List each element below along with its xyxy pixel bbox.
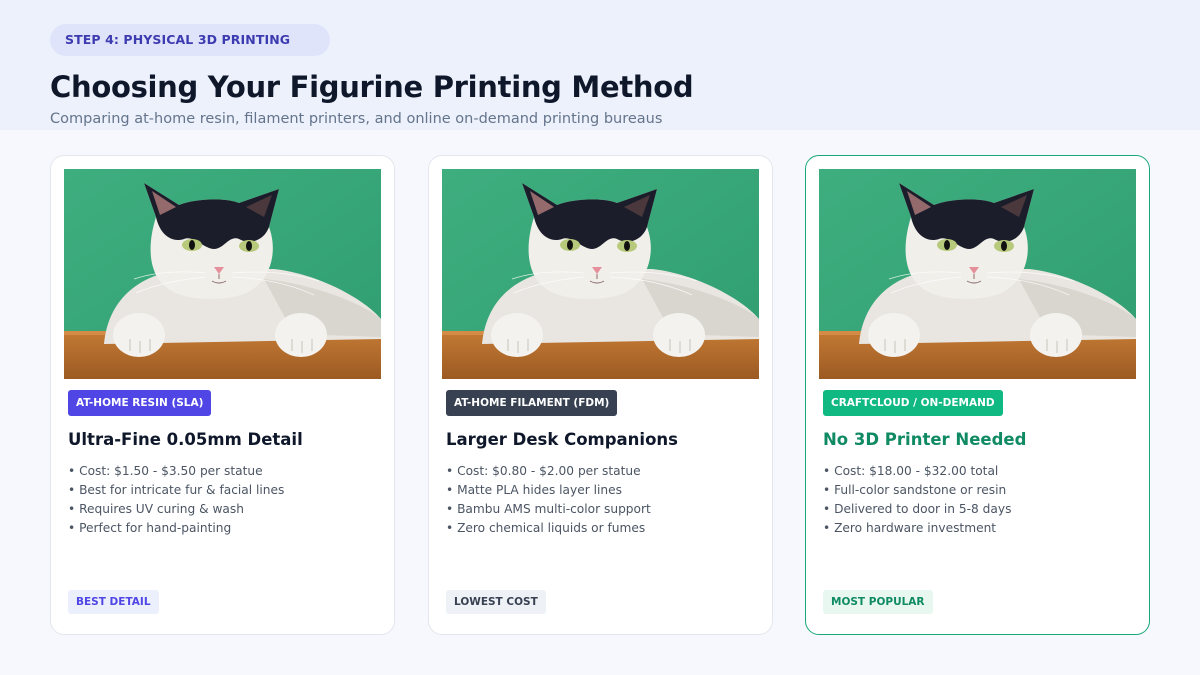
feature-item: • Zero chemical liquids or fumes — [446, 521, 646, 535]
method-tag: AT-HOME FILAMENT (FDM) — [446, 390, 618, 416]
page-title: Choosing Your Figurine Printing Method — [50, 70, 694, 104]
feature-item: • Full-color sandstone or resin — [823, 483, 1007, 497]
feature-item: • Cost: $18.00 - $32.00 total — [823, 464, 999, 478]
card-resin[interactable]: AT-HOME RESIN (SLA) Ultra-Fine 0.05mm De… — [50, 155, 395, 635]
feature-item: • Delivered to door in 5-8 days — [823, 502, 1012, 516]
cat-photo — [442, 169, 759, 379]
highlight-badge: LOWEST COST — [446, 590, 546, 614]
card-heading: No 3D Printer Needed — [823, 430, 1027, 449]
feature-list: • Cost: $18.00 - $32.00 total • Full-col… — [823, 462, 1011, 538]
page-subtitle: Comparing at-home resin, filament printe… — [50, 111, 663, 127]
highlight-badge: BEST DETAIL — [68, 590, 159, 614]
feature-item: • Matte PLA hides layer lines — [446, 483, 622, 497]
feature-item: • Cost: $1.50 - $3.50 per statue — [68, 464, 263, 478]
method-tag: AT-HOME RESIN (SLA) — [68, 390, 212, 416]
feature-item: • Bambu AMS multi-color support — [446, 502, 651, 516]
feature-list: • Cost: $1.50 - $3.50 per statue • Best … — [68, 462, 284, 538]
cat-photo — [819, 169, 1136, 379]
card-craftcloud[interactable]: CRAFTCLOUD / ON-DEMAND No 3D Printer Nee… — [805, 155, 1150, 635]
feature-item: • Cost: $0.80 - $2.00 per statue — [446, 464, 641, 478]
cat-photo — [64, 169, 381, 379]
feature-item: • Perfect for hand-painting — [68, 521, 232, 535]
feature-item: • Best for intricate fur & facial lines — [68, 483, 285, 497]
card-filament[interactable]: AT-HOME FILAMENT (FDM) Larger Desk Compa… — [428, 155, 773, 635]
card-heading: Larger Desk Companions — [446, 430, 678, 449]
card-heading: Ultra-Fine 0.05mm Detail — [68, 430, 303, 449]
feature-item: • Requires UV curing & wash — [68, 502, 244, 516]
step-badge: STEP 4: PHYSICAL 3D PRINTING — [50, 24, 330, 56]
method-tag: CRAFTCLOUD / ON-DEMAND — [823, 390, 1003, 416]
feature-item: • Zero hardware investment — [823, 521, 997, 535]
feature-list: • Cost: $0.80 - $2.00 per statue • Matte… — [446, 462, 651, 538]
highlight-badge: MOST POPULAR — [823, 590, 933, 614]
